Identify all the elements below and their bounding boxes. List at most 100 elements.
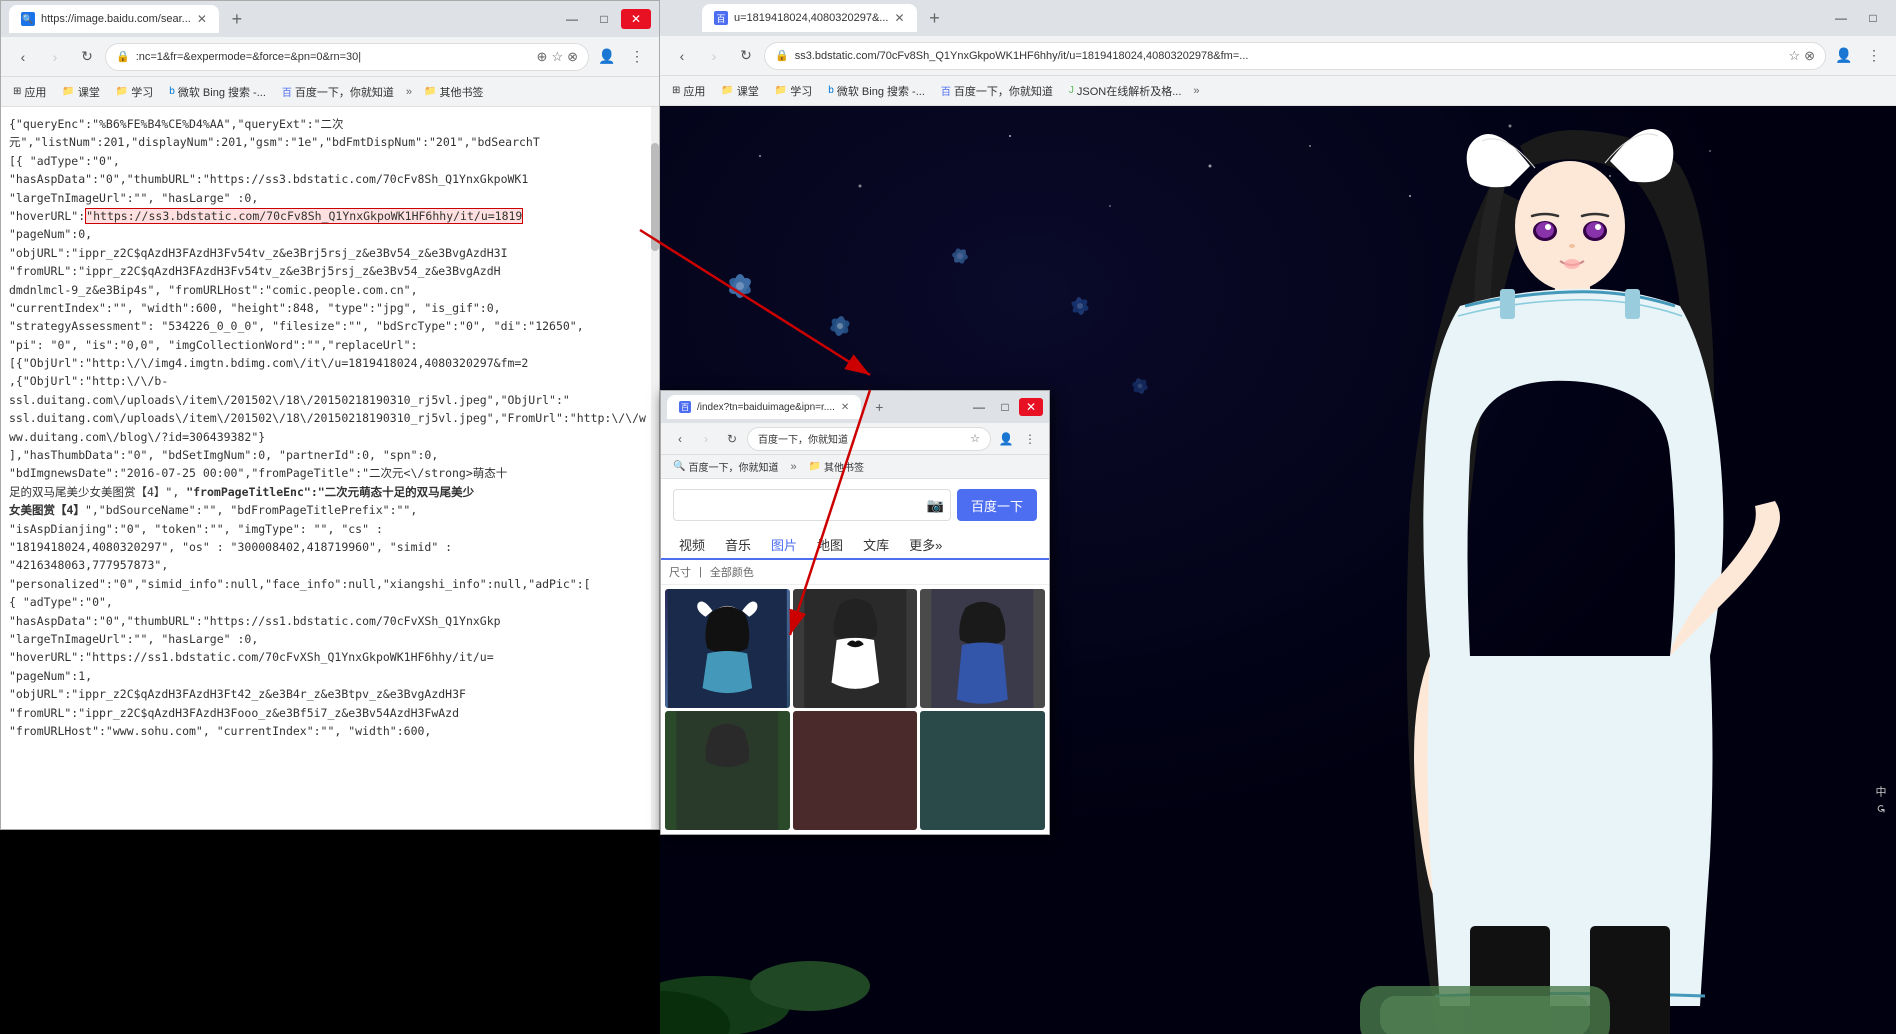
small-img-1[interactable]: [665, 589, 790, 708]
small-bm-baidu-label: 百度一下，你就知道: [688, 459, 778, 474]
small-filter-size[interactable]: 尺寸: [669, 564, 691, 580]
left-back-btn[interactable]: ‹: [9, 43, 37, 71]
left-maximize-btn[interactable]: □: [589, 9, 619, 29]
left-close-btn[interactable]: ✕: [621, 9, 651, 29]
small-menu-btn[interactable]: ⋮: [1019, 428, 1041, 450]
left-nav-extra: 👤 ⋮: [593, 43, 651, 71]
right-bm-json[interactable]: J JSON在线解析及格...: [1065, 81, 1186, 101]
right-maximize-btn[interactable]: □: [1858, 8, 1888, 28]
small-tab-active[interactable]: 百 /index?tn=baiduimage&ipn=r.... ✕: [667, 395, 861, 419]
left-tab-title: https://image.baidu.com/sear...: [41, 13, 191, 25]
small-search-input[interactable]: 📷: [673, 489, 951, 521]
right-address-bar[interactable]: 🔒 ss3.bdstatic.com/70cFv8Sh_Q1YnxGkpoWK1…: [764, 42, 1826, 70]
left-tab-active[interactable]: 🔍 https://image.baidu.com/sear... ✕: [9, 5, 219, 33]
small-address-bar[interactable]: 百度一下，你就知道 ☆: [747, 427, 991, 451]
left-tab-favicon: 🔍: [21, 12, 35, 26]
small-tab-images[interactable]: 图片: [761, 531, 807, 560]
left-bm-more[interactable]: »: [406, 86, 412, 98]
small-tab-music[interactable]: 音乐: [715, 531, 761, 558]
right-new-tab[interactable]: +: [921, 4, 949, 32]
small-forward-btn[interactable]: ›: [695, 428, 717, 450]
small-baidu-content: 📷 百度一下 视频 音乐 图片 地图 文库 更多» 尺寸 | 全部颜色: [661, 479, 1049, 834]
left-bookmarks-bar: ⊞ 应用 📁 课堂 📁 学习 b 微软 Bing 搜索 -... 百 百度一下，…: [1, 77, 659, 107]
left-profile-btn[interactable]: 👤: [593, 43, 621, 71]
right-tab-active[interactable]: 百 u=1819418024,4080320297&... ✕: [702, 4, 917, 32]
small-tab-map[interactable]: 地图: [807, 531, 853, 558]
right-refresh-btn[interactable]: ↻: [732, 42, 760, 70]
left-bm-baidu[interactable]: 百 百度一下，你就知道: [278, 82, 398, 102]
left-menu-btn[interactable]: ⋮: [623, 43, 651, 71]
small-tab-more[interactable]: 更多»: [899, 531, 952, 558]
small-minimize-btn[interactable]: —: [967, 398, 991, 416]
right-menu-btn[interactable]: ⋮: [1860, 42, 1888, 70]
small-tab-video[interactable]: 视频: [669, 531, 715, 558]
right-profile-btn[interactable]: 👤: [1830, 42, 1858, 70]
right-bm-baidu-label: 百度一下，你就知道: [954, 83, 1053, 99]
small-baidu-search-btn[interactable]: 百度一下: [957, 489, 1037, 521]
small-filter-bar: 尺寸 | 全部颜色: [661, 560, 1049, 585]
right-bm-json-label: JSON在线解析及格...: [1077, 83, 1182, 99]
left-bm-bing-label: 微软 Bing 搜索 -...: [178, 84, 266, 100]
small-img-4[interactable]: [665, 711, 790, 830]
right-bm-classroom[interactable]: 📁 课堂: [717, 81, 762, 101]
left-refresh-btn[interactable]: ↻: [73, 43, 101, 71]
small-bm-more[interactable]: »: [790, 461, 796, 473]
left-bm-apps[interactable]: ⊞ 应用: [9, 82, 50, 102]
left-bm-study[interactable]: 📁 学习: [112, 82, 157, 102]
left-new-tab[interactable]: +: [223, 5, 251, 33]
small-profile-btn[interactable]: 👤: [995, 428, 1017, 450]
small-tab-title: /index?tn=baiduimage&ipn=r....: [697, 402, 835, 413]
right-bm-apps-label: 应用: [683, 83, 705, 99]
folder-icon-other: 📁: [424, 86, 436, 97]
small-new-tab[interactable]: +: [865, 393, 893, 421]
small-search-box: 📷 百度一下: [661, 479, 1049, 531]
small-restore-btn[interactable]: □: [993, 398, 1017, 416]
left-minimize-btn[interactable]: —: [557, 9, 587, 29]
right-forward-btn[interactable]: ›: [700, 42, 728, 70]
small-filter-sep: |: [699, 566, 702, 578]
small-address-text: 百度一下，你就知道: [758, 431, 964, 446]
small-img-2[interactable]: [793, 589, 918, 708]
left-bm-bing[interactable]: b 微软 Bing 搜索 -...: [165, 82, 270, 102]
small-img-3[interactable]: [920, 589, 1045, 708]
left-bookmark-icon[interactable]: ☆: [551, 49, 563, 65]
left-translate-icon[interactable]: ⊕: [537, 49, 548, 65]
small-back-btn[interactable]: ‹: [669, 428, 691, 450]
right-tab-favicon: 百: [714, 11, 728, 25]
small-bm-baidu[interactable]: 🔍 百度一下，你就知道: [669, 457, 782, 476]
left-bm-classroom[interactable]: 📁 课堂: [58, 82, 103, 102]
small-close-btn[interactable]: ✕: [1019, 398, 1043, 416]
right-back-btn[interactable]: ‹: [668, 42, 696, 70]
left-address-icons: ⊕ ☆ ⊗: [537, 49, 578, 65]
small-img-5[interactable]: [793, 711, 918, 830]
left-bm-apps-label: 应用: [24, 84, 46, 100]
small-bookmark-icon[interactable]: ☆: [970, 432, 980, 445]
left-bm-study-label: 学习: [131, 84, 153, 100]
folder-icon-2: 📁: [116, 86, 128, 97]
right-bm-apps[interactable]: ⊞ 应用: [668, 81, 709, 101]
apps-icon: ⊞: [13, 86, 21, 97]
left-forward-btn[interactable]: ›: [41, 43, 69, 71]
left-address-bar[interactable]: 🔒 :nc=1&fr=&expermode=&force=&pn=0&rn=30…: [105, 43, 589, 71]
left-scrollbar[interactable]: [651, 107, 659, 829]
small-tab-library[interactable]: 文库: [853, 531, 899, 558]
right-nav-extra: 👤 ⋮: [1830, 42, 1888, 70]
right-nav-bar: ‹ › ↻ 🔒 ss3.bdstatic.com/70cFv8Sh_Q1YnxG…: [660, 36, 1896, 76]
left-tab-close[interactable]: ✕: [197, 12, 207, 26]
small-refresh-btn[interactable]: ↻: [721, 428, 743, 450]
small-tab-close[interactable]: ✕: [841, 402, 849, 413]
left-guard-icon[interactable]: ⊗: [567, 49, 578, 65]
left-bm-other[interactable]: 📁 其他书签: [420, 82, 487, 102]
right-bm-more[interactable]: »: [1193, 85, 1199, 97]
camera-icon[interactable]: 📷: [927, 497, 944, 514]
right-tab-close[interactable]: ✕: [894, 11, 904, 25]
right-bm-baidu[interactable]: 百 百度一下，你就知道: [937, 81, 1057, 101]
right-bookmark-icon[interactable]: ☆: [1788, 48, 1800, 64]
small-filter-color[interactable]: 全部颜色: [710, 564, 754, 580]
small-img-6[interactable]: [920, 711, 1045, 830]
right-bm-bing[interactable]: b 微软 Bing 搜索 -...: [824, 81, 929, 101]
right-bm-study[interactable]: 📁 学习: [771, 81, 816, 101]
right-guard-icon[interactable]: ⊗: [1804, 48, 1815, 64]
right-minimize-btn[interactable]: —: [1826, 8, 1856, 28]
small-bm-other[interactable]: 📁 其他书签: [805, 457, 868, 476]
